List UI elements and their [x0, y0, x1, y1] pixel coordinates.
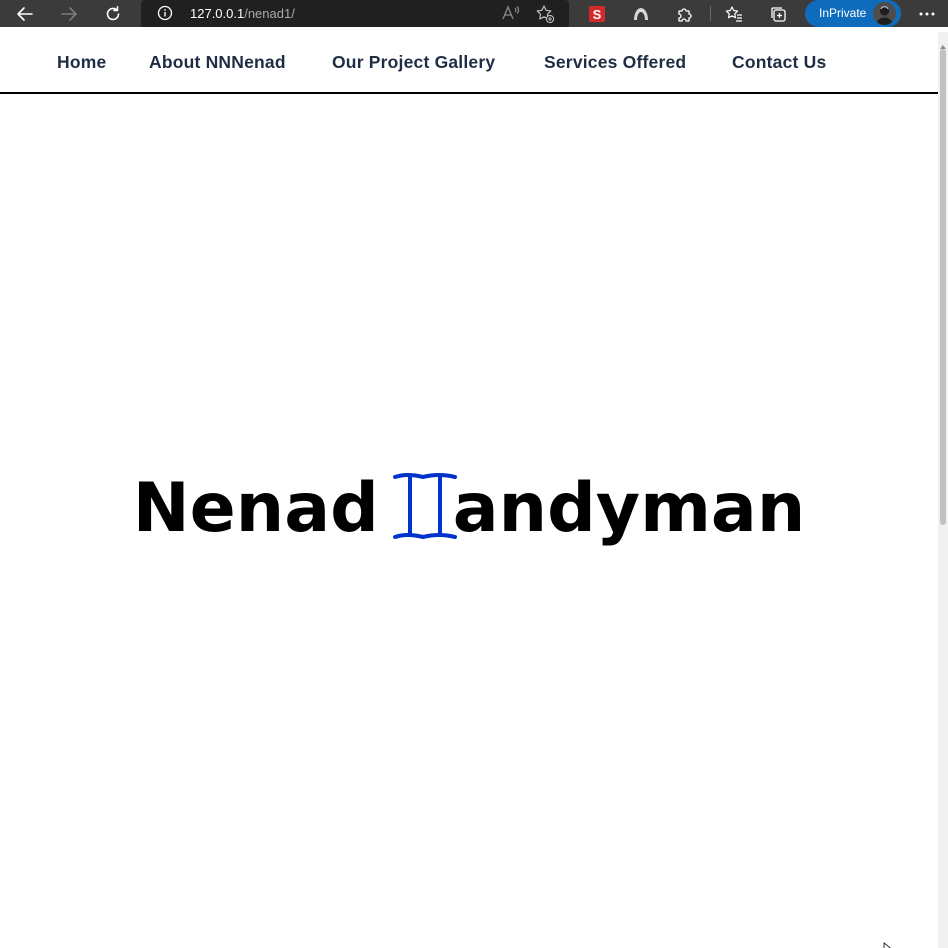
favorites-icon[interactable]	[719, 0, 749, 27]
info-icon[interactable]	[157, 5, 173, 25]
more-icon[interactable]	[912, 0, 942, 27]
nav-item-services[interactable]: Services Offered	[544, 52, 686, 73]
browser-toolbar: 127.0.0.1/nenad1/ S InPrivate	[0, 0, 948, 27]
nav-item-gallery[interactable]: Our Project Gallery	[332, 52, 495, 73]
avatar-icon	[873, 2, 896, 25]
vertical-scrollbar[interactable]	[938, 32, 948, 948]
extension-arc-icon[interactable]	[626, 0, 656, 27]
scroll-up-icon[interactable]	[939, 36, 947, 49]
url-host: 127.0.0.1	[190, 6, 245, 21]
collections-icon[interactable]	[763, 0, 793, 27]
mouse-pointer-icon	[883, 939, 893, 948]
read-aloud-icon[interactable]	[501, 4, 521, 22]
forward-arrow-icon[interactable]	[54, 0, 84, 27]
main-nav: Home About NNNenad Our Project Gallery S…	[0, 32, 938, 94]
puzzle-icon[interactable]	[670, 0, 700, 27]
hero-section: Nenad andyman	[0, 469, 938, 549]
address-bar[interactable]: 127.0.0.1/nenad1/	[141, 0, 569, 27]
svg-text:S: S	[593, 7, 602, 22]
inprivate-button[interactable]: InPrivate	[805, 0, 901, 27]
add-favorite-icon[interactable]	[535, 4, 555, 24]
nav-item-home[interactable]: Home	[57, 52, 106, 73]
inprivate-label: InPrivate	[819, 6, 867, 20]
refresh-icon[interactable]	[98, 0, 128, 27]
toolbar-separator	[710, 6, 711, 21]
url-text[interactable]: 127.0.0.1/nenad1/	[190, 6, 295, 21]
site-title-part1: Nenad	[132, 469, 379, 548]
back-arrow-icon[interactable]	[10, 0, 40, 27]
site-title-part2: andyman	[452, 469, 806, 548]
handyman-logo-icon	[392, 473, 457, 541]
site-title: Nenad andyman	[0, 469, 938, 549]
page-viewport: Home About NNNenad Our Project Gallery S…	[0, 32, 938, 948]
nav-item-about[interactable]: About NNNenad	[149, 52, 286, 73]
nav-item-contact[interactable]: Contact Us	[732, 52, 826, 73]
scrollbar-thumb[interactable]	[940, 49, 946, 525]
extension-s-icon[interactable]: S	[582, 0, 612, 27]
url-path: /nenad1/	[244, 6, 295, 21]
